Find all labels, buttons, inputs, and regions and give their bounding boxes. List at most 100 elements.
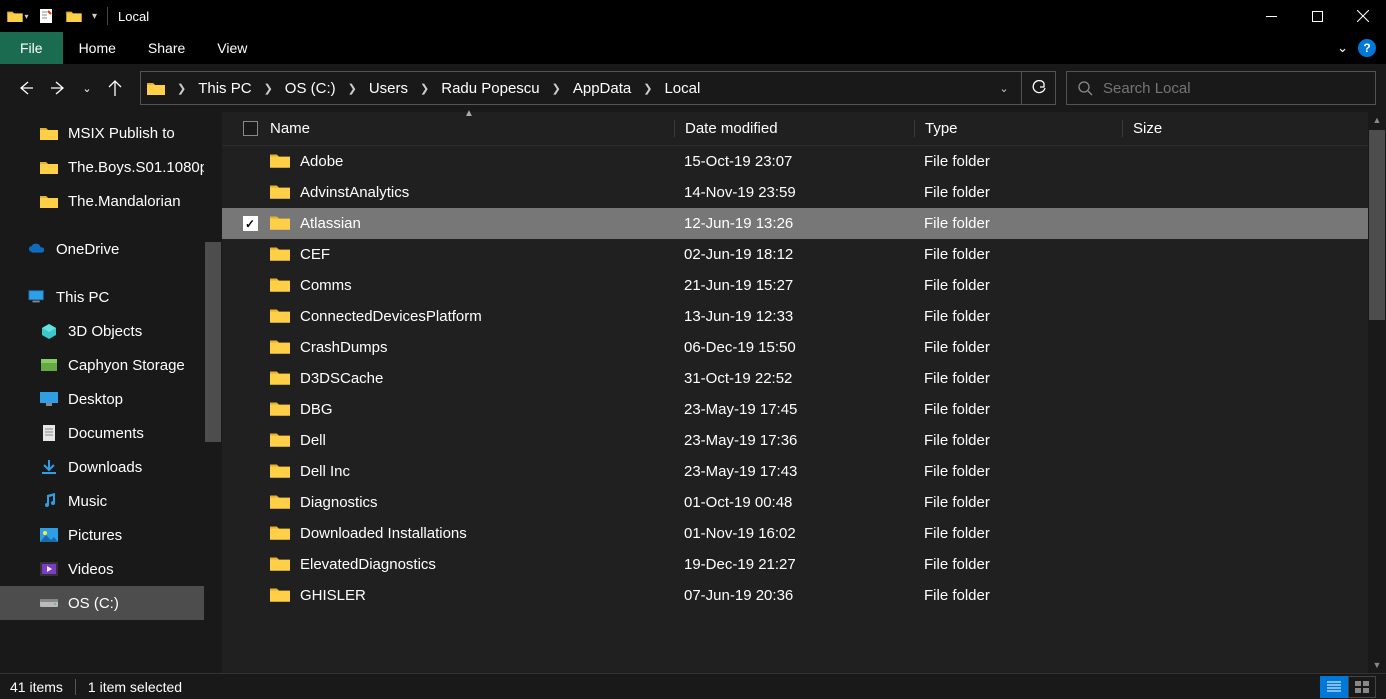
file-row[interactable]: D3DSCache31-Oct-19 22:52File folder — [222, 363, 1386, 394]
minimize-button[interactable] — [1248, 0, 1294, 32]
folder-icon — [40, 159, 58, 175]
chevron-right-icon[interactable]: ❯ — [414, 82, 435, 95]
thispc-icon — [28, 289, 46, 305]
sidebar-item-label: The.Boys.S01.1080p — [68, 159, 208, 176]
file-row[interactable]: ConnectedDevicesPlatform13-Jun-19 12:33F… — [222, 301, 1386, 332]
breadcrumb-segment[interactable]: Radu Popescu — [435, 72, 545, 104]
sidebar-thispc[interactable]: This PC — [0, 280, 222, 314]
file-type: File folder — [914, 215, 1122, 232]
file-row[interactable]: DBG23-May-19 17:45File folder — [222, 394, 1386, 425]
file-name: GHISLER — [300, 587, 366, 604]
sidebar-quick-item[interactable]: The.Boys.S01.1080p — [0, 150, 222, 184]
chevron-right-icon[interactable]: ❯ — [637, 82, 658, 95]
file-row[interactable]: ElevatedDiagnostics19-Dec-19 21:27File f… — [222, 549, 1386, 580]
qat-newfolder-icon[interactable] — [60, 0, 88, 32]
sidebar-onedrive[interactable]: OneDrive — [0, 232, 222, 266]
file-type: File folder — [914, 277, 1122, 294]
qat-folder-icon[interactable]: ▾ — [4, 0, 32, 32]
nav-back-button[interactable] — [10, 73, 40, 103]
file-list: Adobe15-Oct-19 23:07File folderAdvinstAn… — [222, 146, 1386, 673]
file-type: File folder — [914, 587, 1122, 604]
view-details-button[interactable] — [1320, 676, 1348, 698]
column-header-date[interactable]: Date modified — [674, 120, 914, 137]
sidebar-thispc-item[interactable]: Music — [0, 484, 222, 518]
drive-icon — [40, 595, 58, 611]
ribbon-tab-share[interactable]: Share — [132, 32, 201, 64]
file-date: 01-Nov-19 16:02 — [674, 525, 914, 542]
column-header-size[interactable]: Size — [1122, 120, 1242, 137]
chevron-right-icon[interactable]: ❯ — [546, 82, 567, 95]
chevron-right-icon[interactable]: ❯ — [342, 82, 363, 95]
sort-ascending-icon: ▲ — [464, 108, 474, 119]
file-row[interactable]: Downloaded Installations01-Nov-19 16:02F… — [222, 518, 1386, 549]
file-row[interactable]: CrashDumps06-Dec-19 15:50File folder — [222, 332, 1386, 363]
sidebar-thispc-item[interactable]: Videos — [0, 552, 222, 586]
sidebar-thispc-item[interactable]: 3D Objects — [0, 314, 222, 348]
breadcrumb-segment[interactable]: Local — [658, 72, 706, 104]
nav-up-button[interactable] — [100, 73, 130, 103]
select-all-checkbox[interactable] — [222, 121, 264, 136]
search-box[interactable] — [1066, 71, 1376, 105]
breadcrumb-segment[interactable]: AppData — [567, 72, 637, 104]
sidebar-thispc-item[interactable]: Documents — [0, 416, 222, 450]
sidebar: MSIX Publish to The.Boys.S01.1080p The.Man… — [0, 112, 222, 673]
file-row[interactable]: Dell23-May-19 17:36File folder — [222, 425, 1386, 456]
ribbon-tab-view[interactable]: View — [201, 32, 263, 64]
search-input[interactable] — [1103, 80, 1365, 97]
file-date: 01-Oct-19 00:48 — [674, 494, 914, 511]
file-name: Adobe — [300, 153, 343, 170]
sidebar-quick-item[interactable]: The.Mandalorian — [0, 184, 222, 218]
row-checkbox[interactable]: ✓ — [243, 216, 258, 231]
sidebar-thispc-item[interactable]: Pictures — [0, 518, 222, 552]
close-button[interactable] — [1340, 0, 1386, 32]
help-button[interactable]: ? — [1358, 39, 1376, 57]
sidebar-scrollbar[interactable] — [204, 112, 222, 673]
maximize-button[interactable] — [1294, 0, 1340, 32]
nav-forward-button[interactable] — [44, 73, 74, 103]
drive-icon — [40, 493, 58, 509]
breadcrumb-segment[interactable]: This PC — [192, 72, 257, 104]
file-row[interactable]: GHISLER07-Jun-19 20:36File folder — [222, 580, 1386, 611]
file-type: File folder — [914, 184, 1122, 201]
file-row[interactable]: Diagnostics01-Oct-19 00:48File folder — [222, 487, 1386, 518]
addr-history-button[interactable]: ⌄ — [987, 72, 1021, 104]
file-name: Atlassian — [300, 215, 361, 232]
ribbon-tab-file[interactable]: File — [0, 32, 63, 64]
file-row[interactable]: Comms21-Jun-19 15:27File folder — [222, 270, 1386, 301]
breadcrumb-segment[interactable]: OS (C:) — [279, 72, 342, 104]
scroll-down-icon[interactable]: ▼ — [1369, 657, 1385, 673]
addr-root-icon[interactable] — [141, 72, 171, 104]
qat-properties-icon[interactable] — [32, 0, 60, 32]
sidebar-thispc-item[interactable]: Desktop — [0, 382, 222, 416]
refresh-button[interactable] — [1021, 72, 1055, 104]
file-name: ConnectedDevicesPlatform — [300, 308, 482, 325]
ribbon-expand-icon[interactable]: ⌄ — [1337, 40, 1348, 56]
nav-recent-button[interactable]: ⌄ — [78, 73, 96, 103]
file-date: 23-May-19 17:45 — [674, 401, 914, 418]
file-row[interactable]: Adobe15-Oct-19 23:07File folder — [222, 146, 1386, 177]
sidebar-thispc-item[interactable]: Caphyon Storage — [0, 348, 222, 382]
scroll-up-icon[interactable]: ▲ — [1369, 112, 1385, 128]
sidebar-thispc-item[interactable]: Downloads — [0, 450, 222, 484]
folder-icon — [270, 555, 290, 575]
content-scrollbar[interactable]: ▲ ▼ — [1368, 112, 1386, 673]
view-thumbnails-button[interactable] — [1348, 676, 1376, 698]
file-type: File folder — [914, 153, 1122, 170]
qat-customize-icon[interactable]: ▾ — [92, 11, 97, 22]
breadcrumb-segment[interactable]: Users — [363, 72, 414, 104]
column-header-name[interactable]: Name▲ — [264, 120, 674, 137]
file-row[interactable]: AdvinstAnalytics14-Nov-19 23:59File fold… — [222, 177, 1386, 208]
sidebar-quick-item[interactable]: MSIX Publish to — [0, 116, 222, 150]
chevron-right-icon[interactable]: ❯ — [258, 82, 279, 95]
file-row[interactable]: Dell Inc23-May-19 17:43File folder — [222, 456, 1386, 487]
file-row[interactable]: CEF02-Jun-19 18:12File folder — [222, 239, 1386, 270]
file-row[interactable]: ✓Atlassian12-Jun-19 13:26File folder — [222, 208, 1386, 239]
file-date: 21-Jun-19 15:27 — [674, 277, 914, 294]
chevron-right-icon[interactable]: ❯ — [171, 82, 192, 95]
address-bar[interactable]: ❯ This PC❯OS (C:)❯Users❯Radu Popescu❯App… — [140, 71, 1056, 105]
drive-icon — [40, 459, 58, 475]
column-header-type[interactable]: Type — [914, 120, 1122, 137]
file-name: CrashDumps — [300, 339, 388, 356]
sidebar-thispc-item[interactable]: OS (C:) — [0, 586, 222, 620]
ribbon-tab-home[interactable]: Home — [63, 32, 132, 64]
